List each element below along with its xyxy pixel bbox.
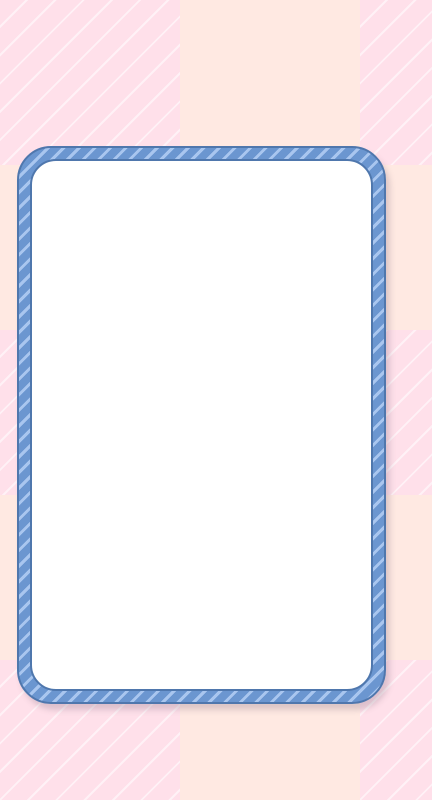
- background-tile: [0, 0, 180, 165]
- card[interactable]: [17, 146, 386, 704]
- card-face[interactable]: [30, 159, 373, 691]
- background-tile: [180, 0, 360, 165]
- background-tile: [360, 0, 432, 165]
